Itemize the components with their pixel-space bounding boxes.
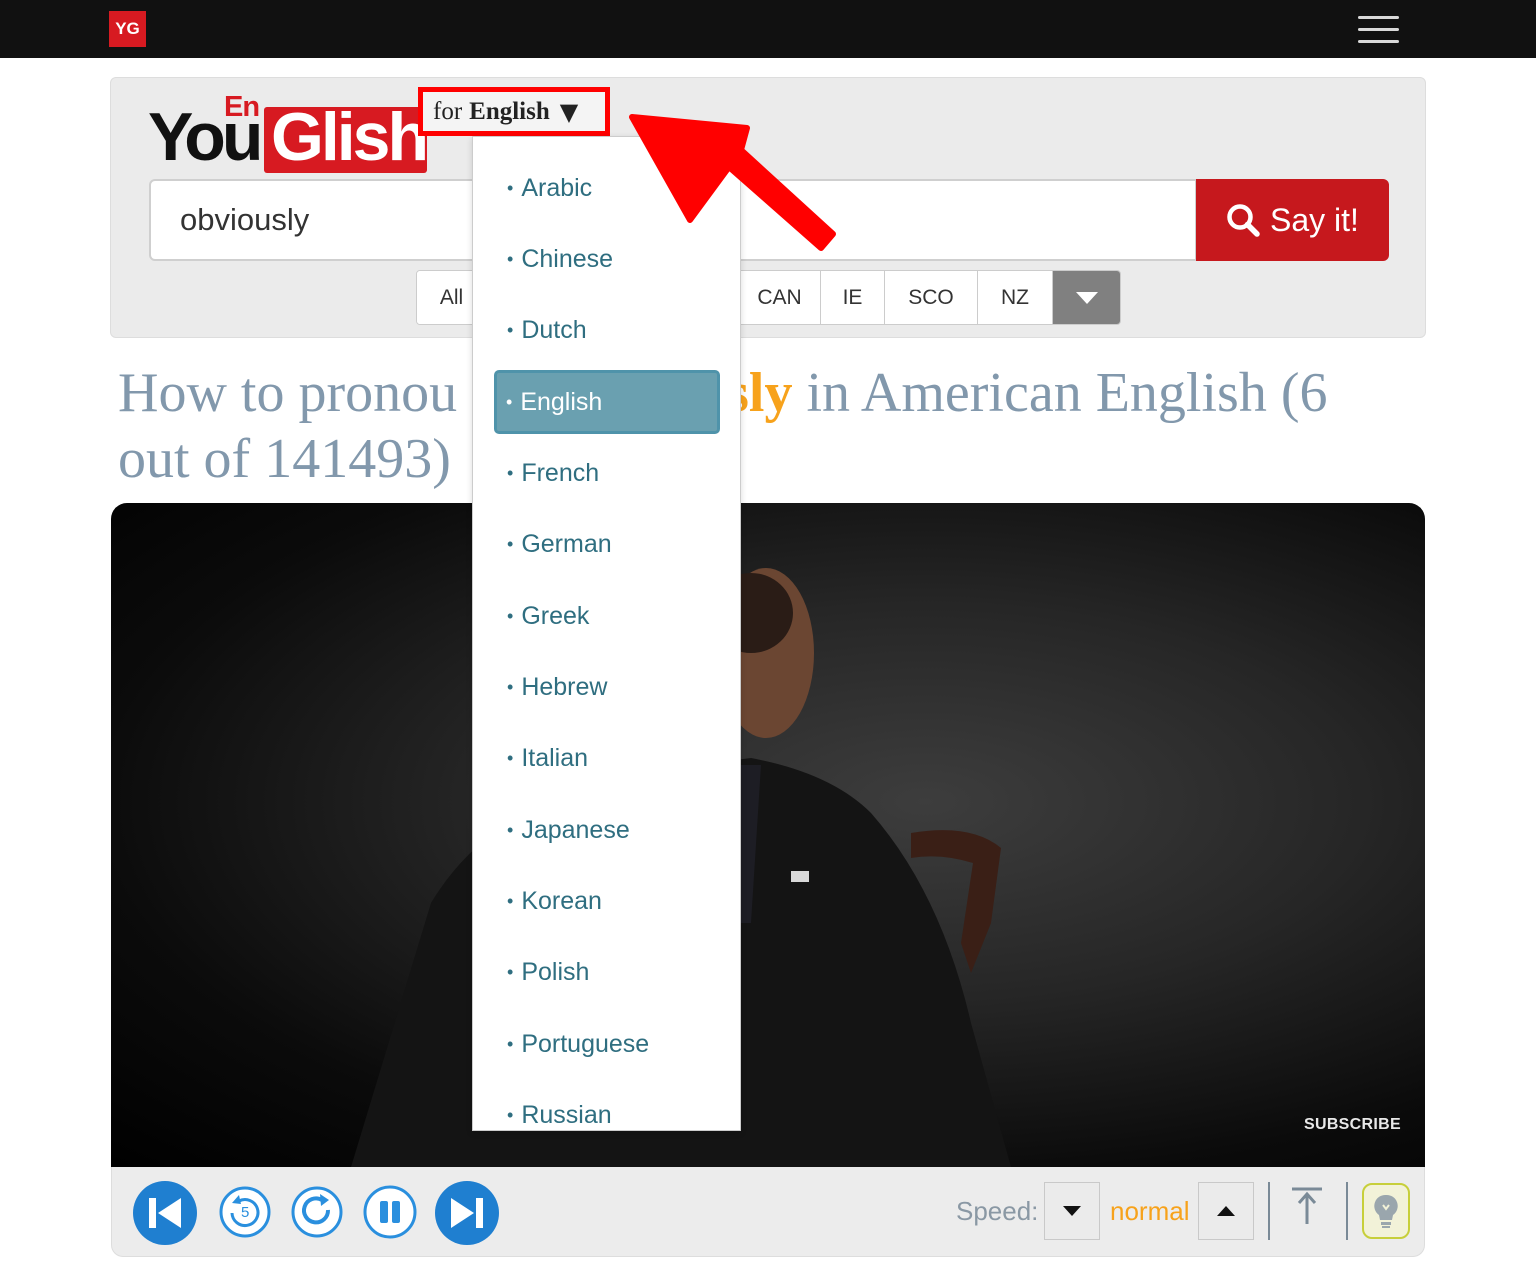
chevron-down-icon — [1075, 291, 1098, 304]
language-option-italian[interactable]: • Italian — [495, 728, 719, 788]
language-option-french[interactable]: • French — [495, 443, 719, 503]
caret-down-icon — [1063, 1206, 1081, 1216]
control-divider — [1346, 1182, 1348, 1240]
language-option-label: French — [521, 458, 600, 487]
language-selector-value: English — [469, 97, 550, 125]
tips-button[interactable] — [1362, 1183, 1410, 1239]
previous-icon[interactable] — [133, 1181, 197, 1245]
video-frame-image — [351, 568, 1011, 1167]
control-divider — [1268, 1182, 1270, 1240]
accent-can[interactable]: CAN — [739, 271, 821, 324]
language-selector[interactable]: for English ▼ — [418, 87, 610, 136]
language-option-arabic[interactable]: • Arabic — [495, 158, 719, 218]
search-icon — [1227, 204, 1260, 237]
scroll-to-top-icon[interactable] — [1288, 1186, 1326, 1226]
accent-ie[interactable]: IE — [821, 271, 885, 324]
logo-glish-text: Glish — [271, 99, 429, 175]
language-option-label: Arabic — [521, 173, 593, 202]
language-option-label: Japanese — [521, 815, 630, 844]
say-it-label: Say it! — [1270, 201, 1359, 238]
language-option-label: Russian — [521, 1100, 612, 1129]
speed-label: Speed: — [956, 1196, 1039, 1226]
yg-logo[interactable]: YG — [109, 11, 146, 47]
next-icon[interactable] — [435, 1181, 499, 1245]
language-option-german[interactable]: • German — [495, 514, 719, 574]
language-option-portuguese[interactable]: • Portuguese — [495, 1014, 719, 1074]
language-option-korean[interactable]: • Korean — [495, 871, 719, 931]
caret-up-icon — [1217, 1206, 1235, 1216]
language-option-label: Korean — [521, 886, 602, 915]
hamburger-menu-icon[interactable] — [1358, 16, 1399, 43]
youglish-logo[interactable]: You Glish En — [148, 91, 429, 177]
language-option-label: Dutch — [521, 315, 587, 344]
accent-more-button[interactable] — [1053, 271, 1120, 324]
language-selector-prefix: for — [433, 97, 463, 125]
language-option-label: Polish — [521, 957, 590, 986]
search-input-value: obviously — [180, 202, 310, 237]
top-bar — [0, 0, 1536, 58]
language-option-hebrew[interactable]: • Hebrew — [495, 657, 719, 717]
language-option-english[interactable]: • English — [494, 370, 720, 434]
accent-nz[interactable]: NZ — [978, 271, 1053, 324]
logo-en-text: En — [224, 91, 260, 123]
language-option-label: Chinese — [521, 244, 614, 273]
page-title: How to pronou sly in American English (6 … — [118, 360, 1408, 492]
language-option-label: Greek — [521, 601, 590, 630]
repeat-icon[interactable] — [291, 1186, 343, 1238]
title-suffix: in American English (6 — [792, 362, 1328, 424]
title-count: out of 141493) — [118, 428, 451, 490]
language-option-polish[interactable]: • Polish — [495, 942, 719, 1002]
say-it-button[interactable]: Say it! — [1196, 179, 1389, 261]
speed-decrease-button[interactable] — [1044, 1182, 1100, 1240]
speed-value: normal — [1110, 1196, 1190, 1226]
language-option-japanese[interactable]: • Japanese — [495, 800, 719, 860]
lightbulb-icon — [1374, 1194, 1398, 1228]
pause-icon[interactable] — [363, 1185, 417, 1239]
language-option-label: Italian — [521, 743, 589, 772]
language-option-label: Hebrew — [521, 672, 608, 701]
language-option-label: Portuguese — [521, 1029, 650, 1058]
language-dropdown: • Arabic • Chinese • Dutch • English • French… — [472, 136, 741, 1131]
video-player[interactable] — [111, 503, 1425, 1167]
language-option-greek[interactable]: • Greek — [495, 586, 719, 646]
language-option-label: German — [521, 529, 612, 558]
language-option-chinese[interactable]: • Chinese — [495, 229, 719, 289]
speed-increase-button[interactable] — [1198, 1182, 1254, 1240]
language-option-label: English — [520, 387, 603, 416]
title-prefix: How to pronou — [118, 362, 458, 424]
replay-5-icon[interactable]: 5 — [219, 1186, 271, 1238]
language-option-russian[interactable]: • Russian — [495, 1085, 719, 1130]
caret-down-icon: ▼ — [559, 97, 579, 126]
subscribe-label[interactable]: SUBSCRIBE — [1304, 1116, 1401, 1134]
accent-sco[interactable]: SCO — [885, 271, 978, 324]
svg-text:5: 5 — [241, 1204, 249, 1221]
language-option-dutch[interactable]: • Dutch — [495, 300, 719, 360]
